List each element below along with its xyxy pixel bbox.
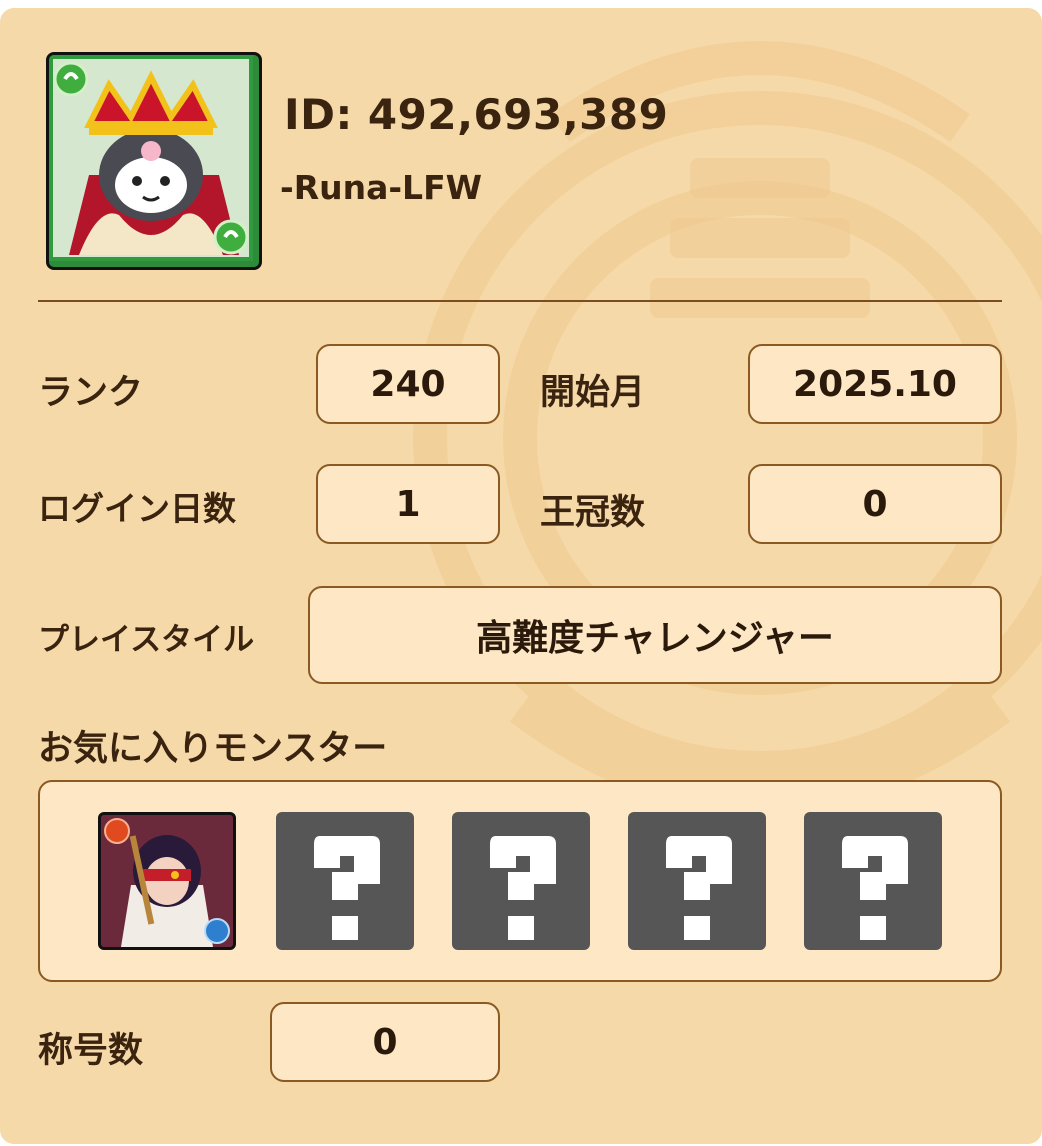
rank-label: ランク	[38, 373, 144, 413]
crown-count-value: 0	[748, 464, 1002, 544]
divider	[38, 300, 1002, 302]
favorite-slot-1[interactable]	[98, 812, 236, 950]
favorite-monsters-title: お気に入りモンスター	[38, 729, 388, 769]
favorite-slot-5[interactable]	[804, 812, 942, 950]
favorite-slot-2[interactable]	[276, 812, 414, 950]
player-name: -Runa-LFW	[280, 168, 483, 207]
start-month-value: 2025.10	[748, 344, 1002, 424]
title-count-label: 称号数	[38, 1031, 144, 1071]
profile-card: ID: 492,693,389 -Runa-LFW ランク 240 開始月 20…	[0, 8, 1042, 1144]
kuromi-king-monster-icon	[49, 55, 253, 261]
playstyle-label: プレイスタイル	[38, 622, 255, 658]
masked-swordswoman-monster-icon	[101, 815, 233, 947]
start-month-label: 開始月	[540, 373, 646, 413]
title-count-value: 0	[270, 1002, 500, 1082]
question-mark-icon	[490, 836, 556, 940]
question-mark-icon	[314, 836, 380, 940]
player-id: ID: 492,693,389	[284, 90, 669, 139]
favorite-slot-3[interactable]	[452, 812, 590, 950]
question-mark-icon	[666, 836, 732, 940]
favorite-slot-4[interactable]	[628, 812, 766, 950]
player-avatar[interactable]	[46, 52, 262, 270]
login-days-value: 1	[316, 464, 500, 544]
crown-count-label: 王冠数	[540, 493, 646, 533]
login-days-label: ログイン日数	[38, 489, 236, 528]
rank-value: 240	[316, 344, 500, 424]
question-mark-icon	[842, 836, 908, 940]
playstyle-value: 高難度チャレンジャー	[308, 586, 1002, 684]
favorite-monsters-panel	[38, 780, 1002, 982]
